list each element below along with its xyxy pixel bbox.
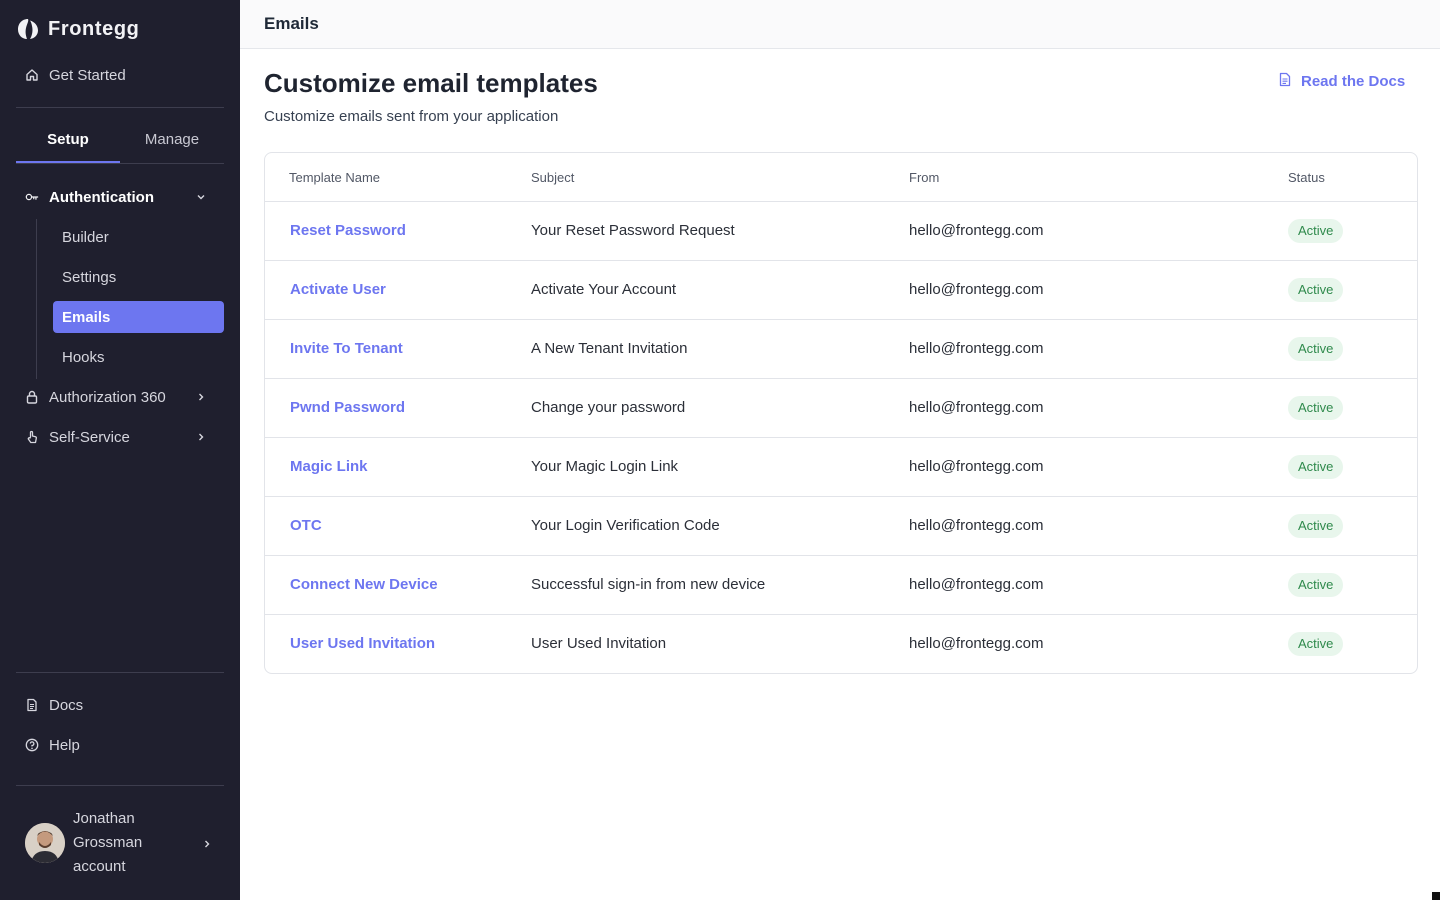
status-badge: Active xyxy=(1288,455,1344,479)
chevron-right-icon xyxy=(202,836,212,854)
home-icon xyxy=(25,68,39,82)
logo[interactable]: Frontegg xyxy=(16,14,139,44)
sidebar-item-hooks[interactable]: Hooks xyxy=(53,341,224,373)
window-corner xyxy=(1432,892,1440,900)
table-row[interactable]: Connect New Device Successful sign-in fr… xyxy=(265,556,1417,615)
template-name-link[interactable]: Activate User xyxy=(290,281,386,298)
read-docs-label: Read the Docs xyxy=(1301,73,1406,90)
document-icon xyxy=(1278,72,1292,91)
table-header: Template Name Subject From Status xyxy=(265,153,1417,202)
sidebar-item-settings[interactable]: Settings xyxy=(53,261,224,293)
user-name: Jonathan Grossman account xyxy=(73,810,143,875)
chevron-down-icon xyxy=(194,190,208,204)
chevron-right-icon xyxy=(194,430,208,444)
template-subject: Change your password xyxy=(531,399,686,416)
status-badge: Active xyxy=(1288,337,1344,361)
nav-docs-label: Docs xyxy=(49,696,84,714)
help-circle-icon xyxy=(25,738,39,752)
frontegg-logo-icon xyxy=(16,17,40,41)
nav-help[interactable]: Help xyxy=(16,729,224,761)
submenu-rail xyxy=(36,219,37,379)
table-row[interactable]: User Used Invitation User Used Invitatio… xyxy=(265,615,1417,673)
top-bar: Emails xyxy=(240,0,1440,49)
status-badge: Active xyxy=(1288,278,1344,302)
nav-help-label: Help xyxy=(49,736,80,754)
template-from: hello@frontegg.com xyxy=(909,576,1044,593)
logo-text: Frontegg xyxy=(48,17,140,40)
chevron-right-icon xyxy=(194,390,208,404)
nav-docs[interactable]: Docs xyxy=(16,689,224,721)
sidebar-divider xyxy=(16,672,224,673)
template-name-link[interactable]: OTC xyxy=(290,517,322,534)
template-subject: A New Tenant Invitation xyxy=(531,340,688,357)
nav-authorization[interactable]: Authorization 360 xyxy=(16,381,224,413)
template-name-link[interactable]: Invite To Tenant xyxy=(290,340,403,357)
column-header-template-name: Template Name xyxy=(289,170,381,185)
template-name-link[interactable]: User Used Invitation xyxy=(290,635,435,652)
template-subject: Successful sign-in from new device xyxy=(531,576,766,593)
template-subject: Your Reset Password Request xyxy=(531,222,735,239)
column-header-subject: Subject xyxy=(531,170,575,185)
email-templates-table: Template Name Subject From Status Reset … xyxy=(264,152,1418,674)
status-badge: Active xyxy=(1288,514,1344,538)
lock-icon xyxy=(25,390,39,404)
nav-self-service-label: Self-Service xyxy=(49,428,130,446)
nav-authentication[interactable]: Authentication xyxy=(16,181,224,213)
key-icon xyxy=(25,190,39,204)
nav-authentication-label: Authentication xyxy=(49,188,154,206)
document-icon xyxy=(25,698,39,712)
template-subject: User Used Invitation xyxy=(531,635,667,652)
table-row[interactable]: Reset Password Your Reset Password Reque… xyxy=(265,202,1417,261)
sidebar: Frontegg Get Started Setup Manage Authen… xyxy=(0,0,240,900)
sidebar-tabs: Setup Manage xyxy=(16,118,224,164)
template-from: hello@frontegg.com xyxy=(909,340,1044,357)
template-from: hello@frontegg.com xyxy=(909,517,1044,534)
page-title: Customize email templates xyxy=(264,68,598,98)
page-subtitle: Customize emails sent from your applicat… xyxy=(264,108,559,125)
template-subject: Activate Your Account xyxy=(531,281,677,298)
nav-get-started[interactable]: Get Started xyxy=(16,59,224,91)
hand-pointer-icon xyxy=(25,430,39,444)
user-account[interactable]: Jonathan Grossman account xyxy=(16,806,224,880)
sidebar-divider xyxy=(16,785,224,786)
column-header-from: From xyxy=(909,170,940,185)
table-row[interactable]: Invite To Tenant A New Tenant Invitation… xyxy=(265,320,1417,379)
sidebar-item-emails[interactable]: Emails xyxy=(53,301,224,333)
status-badge: Active xyxy=(1288,573,1344,597)
template-subject: Your Login Verification Code xyxy=(531,517,720,534)
table-row[interactable]: OTC Your Login Verification Code hello@f… xyxy=(265,497,1417,556)
column-header-status: Status xyxy=(1288,170,1325,185)
template-name-link[interactable]: Reset Password xyxy=(290,222,406,239)
template-name-link[interactable]: Pwnd Password xyxy=(290,399,405,416)
read-docs-link[interactable]: Read the Docs xyxy=(1278,72,1405,91)
nav-authorization-label: Authorization 360 xyxy=(49,388,166,406)
status-badge: Active xyxy=(1288,632,1344,656)
template-from: hello@frontegg.com xyxy=(909,281,1044,298)
table-row[interactable]: Pwnd Password Change your password hello… xyxy=(265,379,1417,438)
template-subject: Your Magic Login Link xyxy=(531,458,679,475)
table-row[interactable]: Activate User Activate Your Account hell… xyxy=(265,261,1417,320)
template-from: hello@frontegg.com xyxy=(909,399,1044,416)
sidebar-divider xyxy=(16,107,224,108)
status-badge: Active xyxy=(1288,219,1344,243)
template-name-link[interactable]: Connect New Device xyxy=(290,576,438,593)
tab-setup[interactable]: Setup xyxy=(16,118,120,163)
top-bar-title: Emails xyxy=(264,14,319,33)
template-name-link[interactable]: Magic Link xyxy=(290,458,368,475)
status-badge: Active xyxy=(1288,396,1344,420)
template-from: hello@frontegg.com xyxy=(909,458,1044,475)
avatar xyxy=(25,823,65,863)
template-from: hello@frontegg.com xyxy=(909,222,1044,239)
nav-self-service[interactable]: Self-Service xyxy=(16,421,224,453)
nav-get-started-label: Get Started xyxy=(49,66,126,84)
tab-manage[interactable]: Manage xyxy=(120,118,224,163)
sidebar-item-builder[interactable]: Builder xyxy=(53,221,224,253)
table-row[interactable]: Magic Link Your Magic Login Link hello@f… xyxy=(265,438,1417,497)
template-from: hello@frontegg.com xyxy=(909,635,1044,652)
